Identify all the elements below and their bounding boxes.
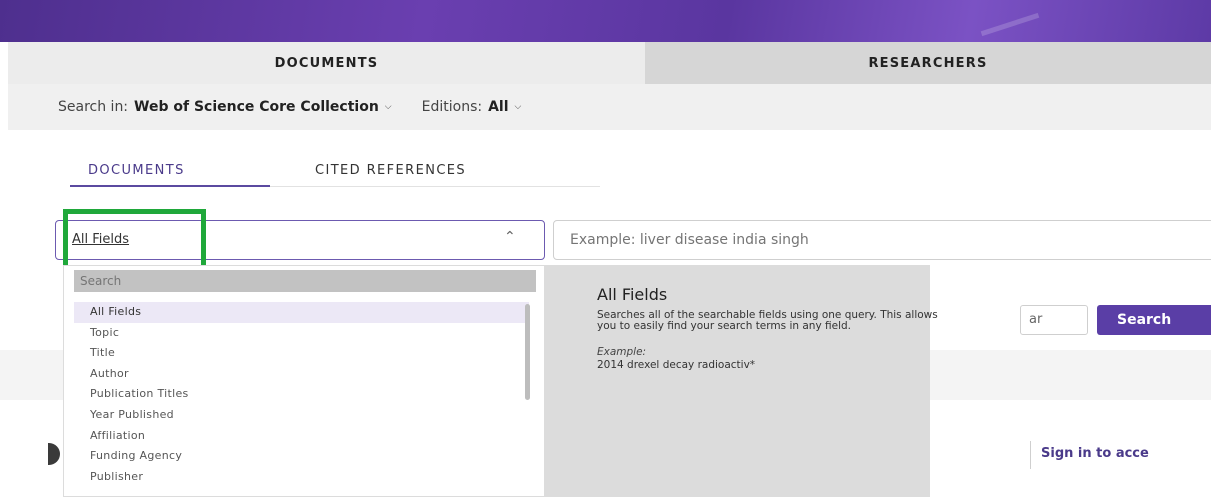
dropdown-list: All Fields Topic Title Author Publicatio… bbox=[74, 302, 529, 487]
tooltip-description: Searches all of the searchable fields us… bbox=[597, 309, 938, 332]
dropdown-item[interactable]: Publisher bbox=[74, 467, 529, 488]
sign-in-link[interactable]: Sign in to acce bbox=[1030, 441, 1211, 469]
chevron-down-icon[interactable]: ⌵ bbox=[385, 102, 392, 112]
subtab-documents[interactable]: DOCUMENTS bbox=[70, 155, 270, 187]
dropdown-item[interactable]: Publication Titles bbox=[74, 384, 529, 405]
tooltip-example: 2014 drexel decay radioactiv* bbox=[597, 359, 756, 371]
top-banner bbox=[0, 0, 1211, 42]
dropdown-item[interactable]: Author bbox=[74, 364, 529, 385]
search-in-bar: Search in: Web of Science Core Collectio… bbox=[8, 84, 1211, 130]
dropdown-item[interactable]: Funding Agency bbox=[74, 446, 529, 467]
tab-documents[interactable]: DOCUMENTS bbox=[8, 42, 645, 84]
editions-selector[interactable]: All bbox=[488, 99, 508, 115]
field-select[interactable]: All Fields ⌃ bbox=[55, 220, 545, 260]
editions-label: Editions: bbox=[421, 99, 483, 115]
dropdown-scrollbar[interactable] bbox=[525, 304, 530, 400]
scroll-indicator bbox=[48, 443, 60, 465]
collection-selector[interactable]: Web of Science Core Collection bbox=[134, 99, 379, 115]
search-subtabs: DOCUMENTS CITED REFERENCES bbox=[70, 155, 600, 187]
tooltip-example-label: Example: bbox=[597, 346, 647, 358]
tooltip-title: All Fields bbox=[597, 285, 668, 304]
field-description-panel: All Fields Searches all of the searchabl… bbox=[545, 265, 938, 497]
field-dropdown: All Fields Topic Title Author Publicatio… bbox=[63, 265, 545, 497]
dropdown-item[interactable]: Affiliation bbox=[74, 426, 529, 447]
dropdown-item[interactable]: Topic bbox=[74, 323, 529, 344]
banner-decoration bbox=[980, 12, 1040, 37]
search-query-input[interactable] bbox=[553, 220, 1211, 260]
dropdown-search-input[interactable] bbox=[74, 270, 536, 292]
tab-researchers[interactable]: RESEARCHERS bbox=[645, 42, 1211, 84]
dropdown-item[interactable]: Year Published bbox=[74, 405, 529, 426]
subtab-cited-references[interactable]: CITED REFERENCES bbox=[315, 155, 466, 187]
chevron-down-icon[interactable]: ⌵ bbox=[515, 102, 522, 112]
field-select-value: All Fields bbox=[72, 232, 130, 247]
search-button[interactable]: Search bbox=[1097, 305, 1211, 335]
dropdown-item[interactable]: All Fields bbox=[74, 302, 529, 323]
dropdown-item[interactable]: Title bbox=[74, 343, 529, 364]
chevron-up-icon[interactable]: ⌃ bbox=[504, 229, 516, 245]
main-tabbar: DOCUMENTS RESEARCHERS bbox=[8, 42, 1211, 84]
clear-button[interactable]: ar bbox=[1020, 305, 1088, 335]
search-in-label: Search in: bbox=[58, 99, 129, 115]
